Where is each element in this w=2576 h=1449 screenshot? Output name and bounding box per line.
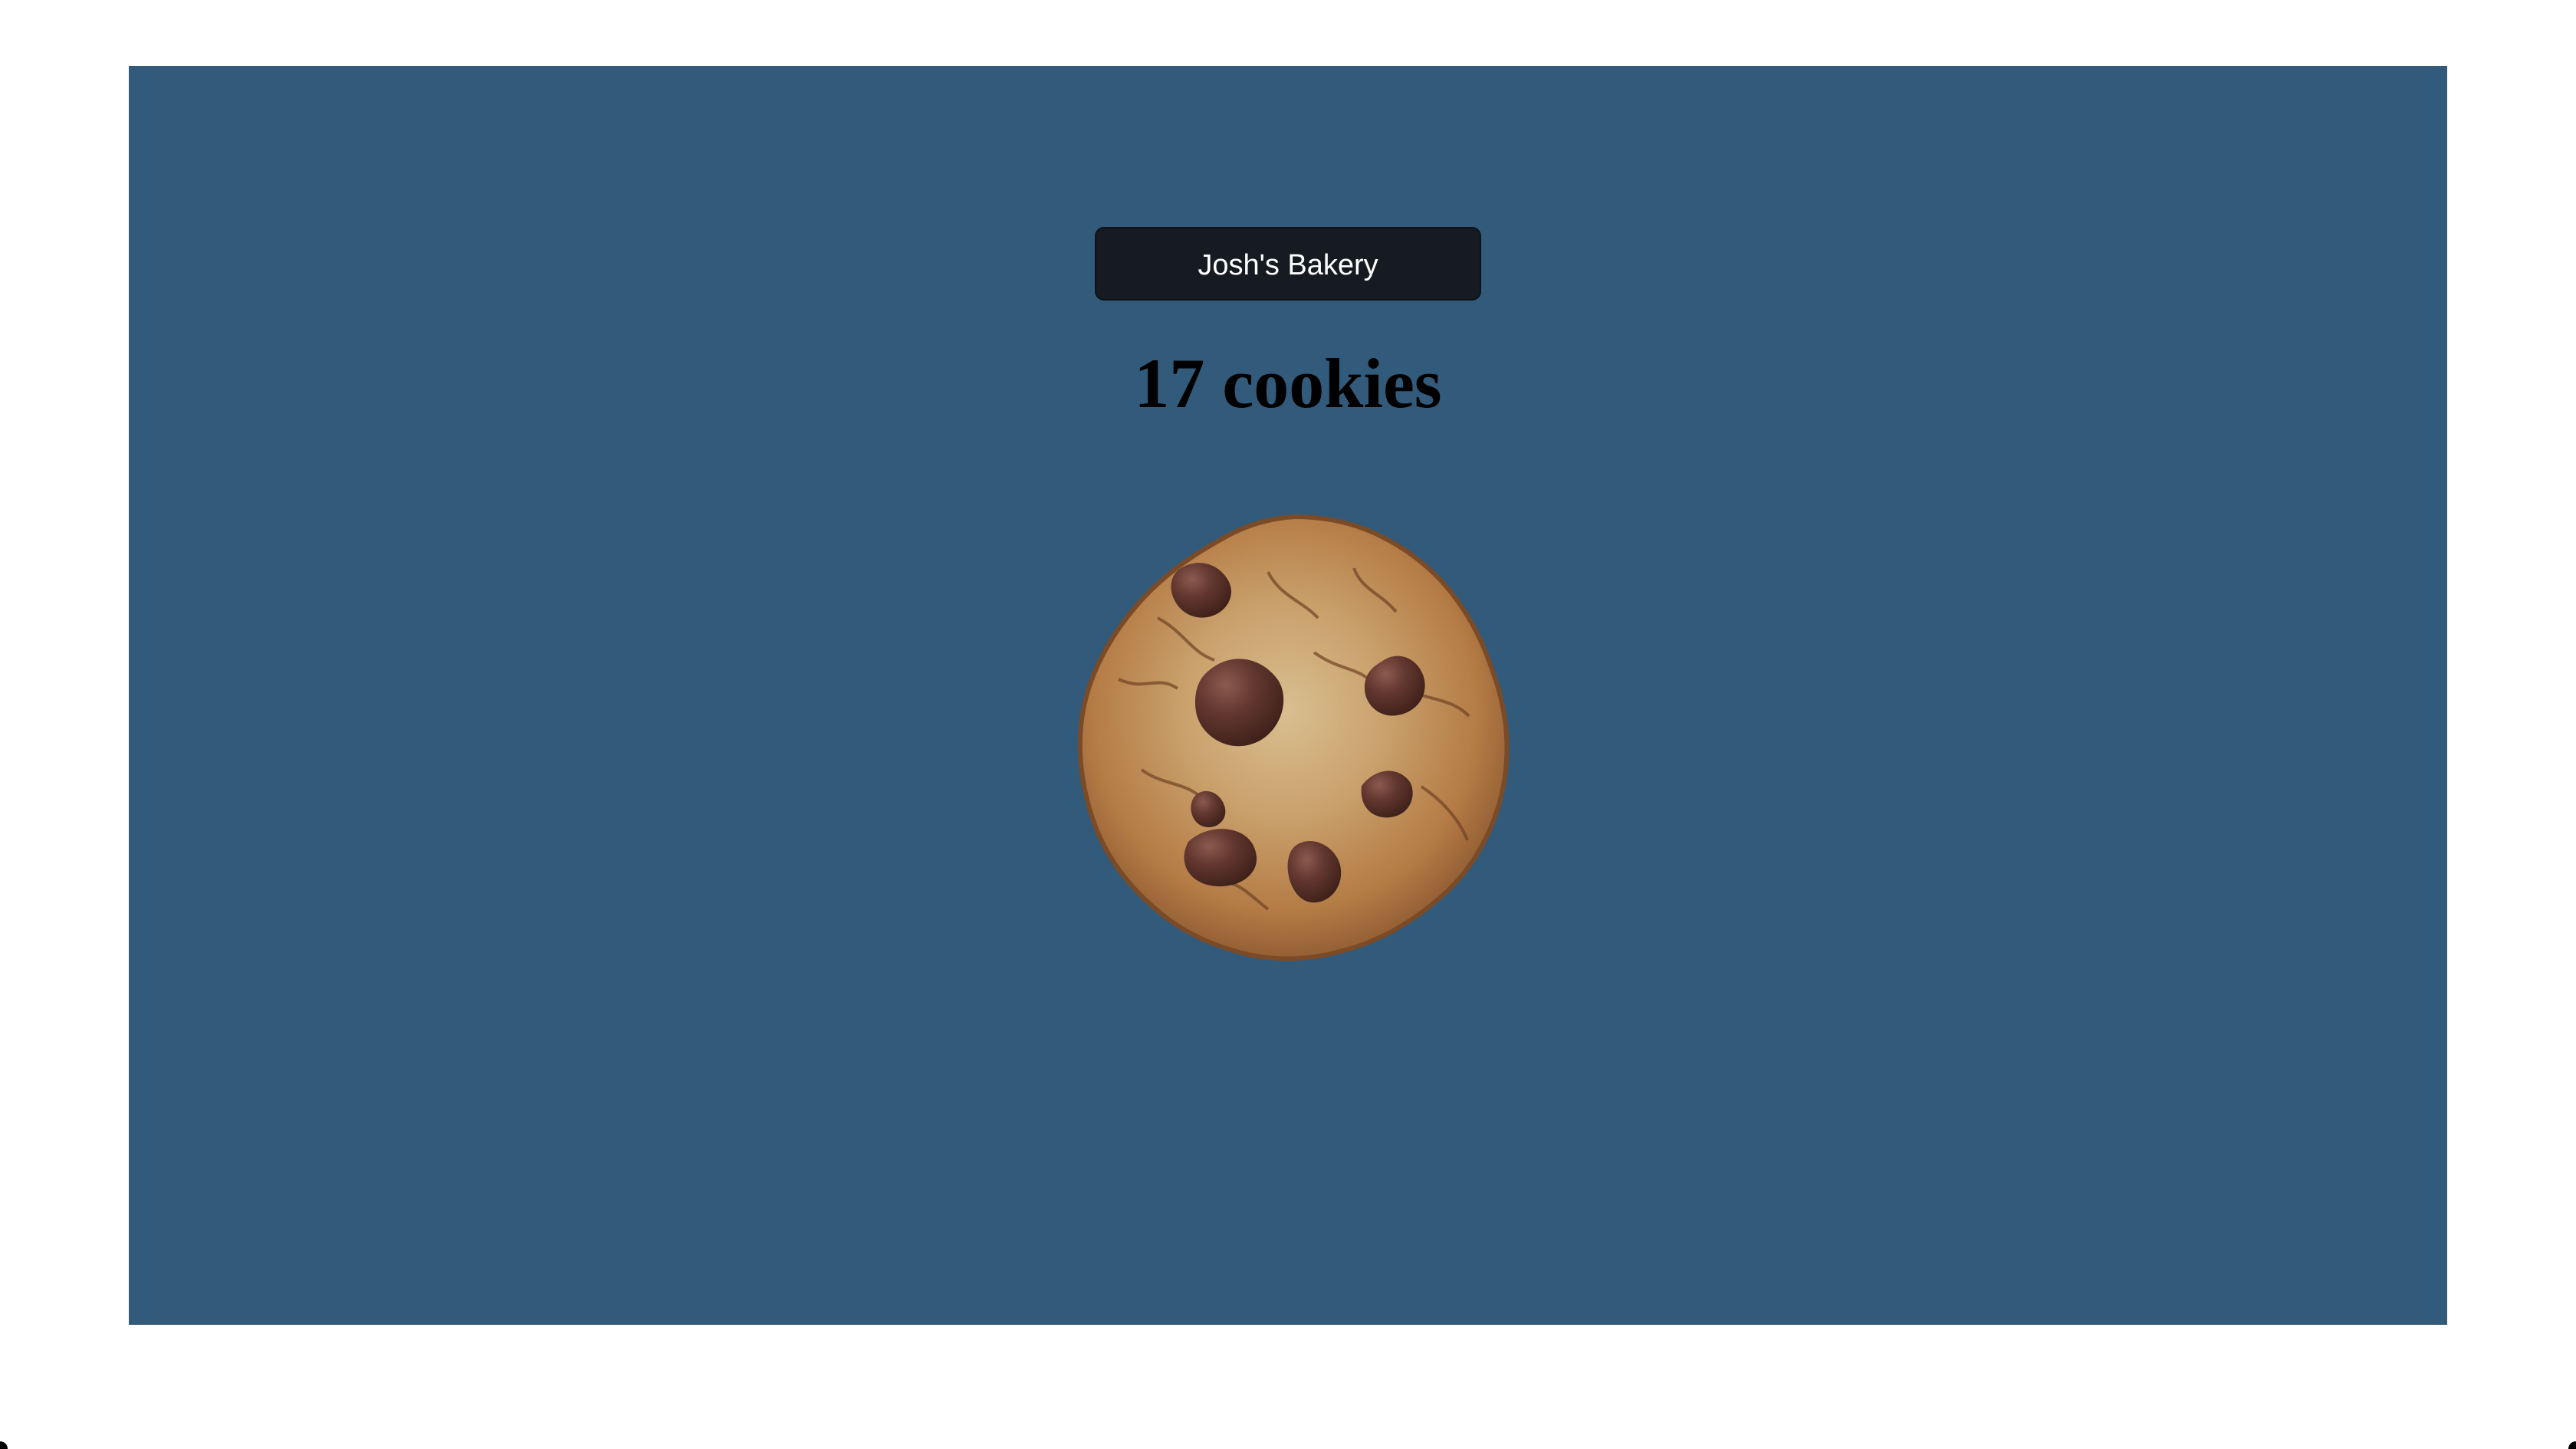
bakery-name-label[interactable]: Josh's Bakery — [1095, 227, 1481, 301]
window-corner-left — [0, 1441, 8, 1449]
cookie-icon — [1077, 514, 1510, 961]
game-stage: Josh's Bakery 17 cookies — [129, 66, 2447, 1325]
cookie-count: 17 cookies — [1134, 344, 1442, 422]
big-cookie-button[interactable] — [1061, 511, 1529, 978]
window-corner-right — [2568, 1441, 2576, 1449]
